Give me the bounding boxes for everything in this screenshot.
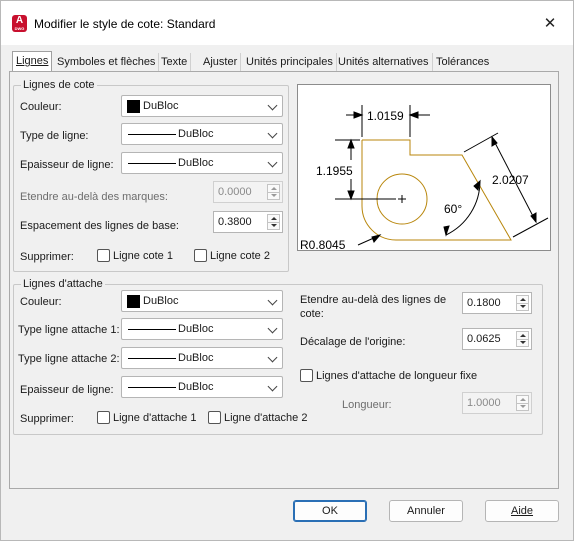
- color-swatch: [127, 100, 140, 113]
- close-button[interactable]: ✕: [537, 12, 563, 36]
- supprimer-label: Supprimer:: [20, 251, 74, 263]
- chevron-down-icon: [267, 100, 278, 111]
- couleur-label: Couleur:: [20, 101, 62, 113]
- ok-button[interactable]: OK: [293, 500, 367, 522]
- preview-geometry: [361, 139, 512, 241]
- etendre-marques-value: 0.0000: [218, 186, 252, 198]
- type-attache-2-combo[interactable]: DuBloc: [121, 347, 283, 369]
- tab-unites-alternatives[interactable]: Unités alternatives: [335, 53, 433, 73]
- etendre-lignes-cote-label: Etendre au-delà des lignes de cote:: [300, 294, 447, 320]
- type-attache-1-combo[interactable]: DuBloc: [121, 318, 283, 340]
- autocad-icon: A DWG: [12, 15, 27, 32]
- chevron-down-icon: [267, 295, 278, 306]
- epaisseur-label: Epaisseur de ligne:: [20, 159, 114, 171]
- chevron-down-icon: [267, 381, 278, 392]
- etendre-lignes-cote-value: 0.1800: [467, 297, 501, 309]
- type-ligne-combo[interactable]: DuBloc: [121, 123, 283, 145]
- type-attache-2-label: Type ligne attache 2:: [18, 353, 120, 365]
- radius-text: R0.8045: [300, 238, 346, 250]
- tab-ajuster[interactable]: Ajuster: [200, 53, 242, 73]
- spinner-arrows[interactable]: [267, 184, 280, 200]
- spinner-arrows[interactable]: [516, 395, 529, 411]
- tab-symboles-fleches[interactable]: Symboles et flèches: [54, 53, 160, 73]
- type-attache-2-value: DuBloc: [178, 352, 214, 364]
- linetype-sample: [128, 329, 176, 330]
- espacement-spinner[interactable]: 0.3800: [213, 211, 283, 233]
- dim-left-text: 1.1955: [316, 164, 353, 178]
- attache-couleur-combo[interactable]: DuBloc: [121, 290, 283, 312]
- style-preview: 1.0159 1.1955 2.0207 60° R0.8045: [297, 84, 551, 252]
- longueur-spinner[interactable]: 1.0000: [462, 392, 532, 414]
- linetype-sample: [128, 358, 176, 359]
- ligne-cote-2-label: Ligne cote 2: [210, 250, 270, 262]
- cancel-button[interactable]: Annuler: [389, 500, 463, 522]
- epaisseur-combo[interactable]: DuBloc: [121, 152, 283, 174]
- ligne-cote-2-checkbox[interactable]: [194, 249, 207, 262]
- ligne-attache-2-label: Ligne d'attache 2: [224, 412, 308, 424]
- type-ligne-value: DuBloc: [178, 128, 214, 140]
- type-attache-1-label: Type ligne attache 1:: [18, 324, 120, 336]
- preview-drawing: 1.0159 1.1955 2.0207 60° R0.8045: [300, 105, 549, 252]
- longueur-fixe-label: Lignes d'attache de longueur fixe: [316, 370, 478, 382]
- decalage-origine-label: Décalage de l'origine:: [300, 336, 406, 348]
- type-attache-1-value: DuBloc: [178, 323, 214, 335]
- attache-epaisseur-combo[interactable]: DuBloc: [121, 376, 283, 398]
- couleur-combo[interactable]: DuBloc: [121, 95, 283, 117]
- etendre-lignes-cote-spinner[interactable]: 0.1800: [462, 292, 532, 314]
- longueur-value: 1.0000: [467, 397, 501, 409]
- decalage-origine-value: 0.0625: [467, 333, 501, 345]
- angle-text: 60°: [444, 202, 462, 216]
- attache-couleur-label: Couleur:: [20, 296, 62, 308]
- spinner-arrows[interactable]: [516, 331, 529, 347]
- attache-supprimer-label: Supprimer:: [20, 413, 74, 425]
- chevron-down-icon: [267, 352, 278, 363]
- ligne-attache-1-label: Ligne d'attache 1: [113, 412, 197, 424]
- lineweight-sample: [128, 163, 176, 164]
- tab-tolerances[interactable]: Tolérances: [433, 53, 492, 73]
- attache-epaisseur-label: Epaisseur de ligne:: [20, 384, 114, 396]
- chevron-down-icon: [267, 323, 278, 334]
- ligne-cote-1-label: Ligne cote 1: [113, 250, 173, 262]
- ligne-attache-1-checkbox[interactable]: [97, 411, 110, 424]
- tab-lignes[interactable]: Lignes: [12, 51, 53, 73]
- group-title: Lignes de cote: [21, 78, 97, 92]
- group-title: Lignes d'attache: [21, 277, 105, 291]
- color-swatch: [127, 295, 140, 308]
- dimension-style-dialog: A DWG Modifier le style de cote: Standard…: [0, 0, 574, 541]
- attache-epaisseur-value: DuBloc: [178, 381, 214, 393]
- tab-unites-principales[interactable]: Unités principales: [243, 53, 337, 73]
- couleur-value: DuBloc: [143, 100, 179, 112]
- epaisseur-value: DuBloc: [178, 157, 214, 169]
- window-title: Modifier le style de cote: Standard: [34, 17, 216, 31]
- espacement-label: Espacement des lignes de base:: [20, 220, 179, 232]
- lineweight-sample: [128, 387, 176, 388]
- espacement-value: 0.3800: [218, 216, 252, 228]
- etendre-marques-spinner[interactable]: 0.0000: [213, 181, 283, 203]
- ligne-attache-2-checkbox[interactable]: [208, 411, 221, 424]
- close-icon: ✕: [543, 15, 557, 32]
- spinner-arrows[interactable]: [267, 214, 280, 230]
- dim-right-text: 2.0207: [492, 173, 529, 187]
- longueur-fixe-checkbox[interactable]: [300, 369, 313, 382]
- spinner-arrows[interactable]: [516, 295, 529, 311]
- title-bar: A DWG Modifier le style de cote: Standard…: [1, 1, 573, 45]
- part-outline: [362, 139, 512, 241]
- chevron-down-icon: [267, 157, 278, 168]
- help-button[interactable]: Aide: [485, 500, 559, 522]
- decalage-origine-spinner[interactable]: 0.0625: [462, 328, 532, 350]
- type-ligne-label: Type de ligne:: [20, 130, 89, 142]
- help-button-label: Aide: [510, 505, 534, 517]
- tab-texte[interactable]: Texte: [158, 53, 192, 73]
- chevron-down-icon: [267, 128, 278, 139]
- attache-couleur-value: DuBloc: [143, 295, 179, 307]
- etendre-marques-label: Etendre au-delà des marques:: [20, 191, 168, 203]
- ligne-cote-1-checkbox[interactable]: [97, 249, 110, 262]
- dim-top-text: 1.0159: [367, 109, 404, 123]
- longueur-label: Longueur:: [342, 399, 392, 411]
- linetype-sample: [128, 134, 176, 135]
